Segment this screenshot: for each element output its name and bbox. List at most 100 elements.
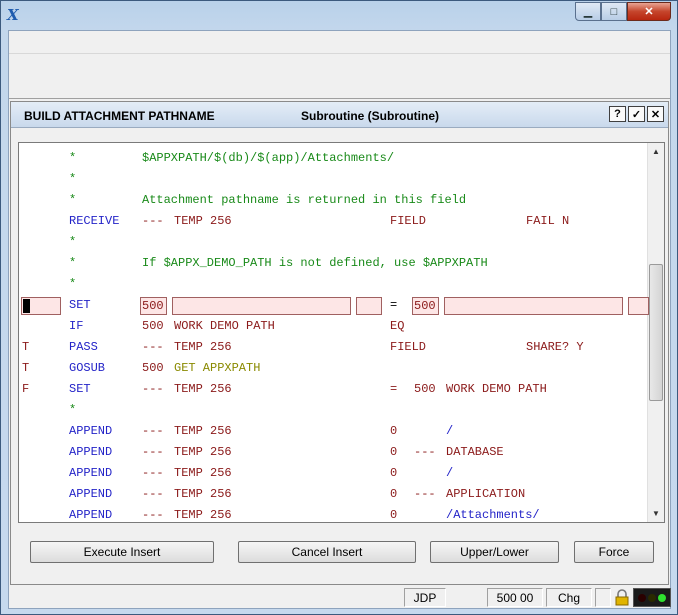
line-field: TEMP 256: [174, 508, 232, 522]
lock-icon: [615, 589, 629, 606]
toolbar: [9, 54, 670, 99]
menu-bar: [9, 31, 670, 54]
code-line[interactable]: * If $APPX_DEMO_PATH is not defined, use …: [19, 253, 649, 274]
help-button[interactable]: ?: [609, 106, 626, 122]
line-operator: 0: [390, 466, 398, 480]
code-editor[interactable]: ▲ ▼ * $APPXPATH/$(db)/$(app)/Attachments/…: [18, 142, 665, 523]
code-line[interactable]: *: [19, 274, 649, 295]
code-line[interactable]: APPEND --- TEMP 256 0 --- APPLICATION: [19, 484, 649, 505]
line-operator: =: [390, 382, 398, 396]
red-light: [638, 593, 646, 602]
line-field: GET APPXPATH: [174, 361, 261, 375]
line-operator: FIELD: [390, 340, 427, 354]
line-mark: T: [22, 361, 30, 375]
traffic-light-icon: [633, 588, 671, 607]
code-line[interactable]: SET 500 500 =: [19, 295, 649, 316]
line-operator: 0: [390, 487, 398, 501]
code-line[interactable]: APPEND --- TEMP 256 0 /: [19, 463, 649, 484]
code-line[interactable]: T PASS --- TEMP 256 FIELD SHARE? Y: [19, 337, 649, 358]
line-extra: SHARE? Y: [526, 340, 584, 354]
code-line[interactable]: F SET --- TEMP 256 = 500 WORK DEMO PATH: [19, 379, 649, 400]
line-mark: T: [22, 340, 30, 354]
title-bar[interactable]: X ▁ □ ✕: [1, 1, 677, 29]
code-line[interactable]: *: [19, 400, 649, 421]
line-field: TEMP 256: [174, 382, 232, 396]
edit-target-field[interactable]: [444, 297, 623, 315]
edit-occurrence-field[interactable]: [356, 297, 382, 315]
line-command: *: [69, 151, 77, 165]
line-app: ---: [142, 424, 164, 438]
line-command: SET: [69, 382, 91, 396]
edit-app-field[interactable]: 500: [140, 297, 167, 315]
line-app: ---: [142, 382, 164, 396]
status-value: 500 00: [487, 588, 543, 607]
scroll-thumb[interactable]: [649, 264, 663, 401]
line-target-app: ---: [414, 487, 436, 501]
line-command: *: [69, 256, 77, 270]
line-app: ---: [142, 487, 164, 501]
status-user: JDP: [404, 588, 446, 607]
code-line[interactable]: * Attachment pathname is returned in this…: [19, 190, 649, 211]
code-line[interactable]: APPEND --- TEMP 256 0/Attachments/: [19, 505, 649, 522]
dialog-title: BUILD ATTACHMENT PATHNAME: [24, 109, 215, 123]
vertical-scrollbar[interactable]: ▲ ▼: [647, 143, 664, 522]
upper-lower-button[interactable]: Upper/Lower: [430, 541, 559, 563]
ok-checkmark-button[interactable]: ✓: [628, 106, 645, 122]
line-command: SET: [69, 298, 91, 312]
line-app: ---: [142, 214, 164, 228]
line-target: APPLICATION: [446, 487, 526, 501]
line-field: TEMP 256: [174, 424, 232, 438]
status-blank: [595, 588, 611, 607]
line-comment: If $APPX_DEMO_PATH is not defined, use $…: [142, 256, 488, 270]
execute-insert-button[interactable]: Execute Insert: [30, 541, 214, 563]
line-comment: Attachment pathname is returned in this …: [142, 193, 467, 207]
edit-field-name[interactable]: [172, 297, 351, 315]
line-target: /: [446, 424, 454, 438]
minimize-button[interactable]: ▁: [575, 2, 601, 21]
line-app: ---: [142, 508, 164, 522]
force-button[interactable]: Force: [574, 541, 654, 563]
code-line[interactable]: APPEND --- TEMP 256 0 --- DATABASE: [19, 442, 649, 463]
line-command: APPEND: [69, 487, 113, 501]
line-command: *: [69, 193, 77, 207]
line-field: TEMP 256: [174, 487, 232, 501]
line-operator: FIELD: [390, 214, 427, 228]
scroll-down-icon[interactable]: ▼: [648, 505, 664, 522]
line-field: TEMP 256: [174, 466, 232, 480]
line-command: PASS: [69, 340, 98, 354]
edit-mark-field[interactable]: [21, 297, 61, 315]
line-operator: =: [390, 298, 398, 312]
code-line[interactable]: RECEIVE --- TEMP 256 FIELD FAIL N: [19, 211, 649, 232]
code-line[interactable]: *: [19, 232, 649, 253]
code-line[interactable]: *: [19, 169, 649, 190]
line-operator: 0: [390, 424, 398, 438]
edit-target-app-field[interactable]: 500: [412, 297, 439, 315]
line-command: *: [69, 172, 77, 186]
line-command: APPEND: [69, 508, 113, 522]
cancel-insert-button[interactable]: Cancel Insert: [238, 541, 416, 563]
app-x-icon: X: [7, 6, 19, 24]
line-target: /: [446, 466, 454, 480]
code-line[interactable]: T GOSUB 500 GET APPXPATH: [19, 358, 649, 379]
close-icon: ✕: [644, 6, 654, 18]
close-window-button[interactable]: ✕: [627, 2, 671, 21]
green-light: [658, 593, 666, 602]
dialog-subtitle: Subroutine (Subroutine): [301, 109, 439, 123]
line-field: TEMP 256: [174, 340, 232, 354]
close-dialog-button[interactable]: ✕: [647, 106, 664, 122]
maximize-button[interactable]: □: [601, 2, 627, 21]
client-area: BUILD ATTACHMENT PATHNAME Subroutine (Su…: [8, 30, 671, 609]
line-target: /Attachments/: [446, 508, 540, 522]
line-command: *: [69, 277, 77, 291]
line-target-app: ---: [414, 445, 436, 459]
line-extra: FAIL N: [526, 214, 570, 228]
line-app: ---: [142, 445, 164, 459]
subroutine-dialog: BUILD ATTACHMENT PATHNAME Subroutine (Su…: [10, 101, 669, 585]
line-command: APPEND: [69, 424, 113, 438]
code-line[interactable]: IF 500 WORK DEMO PATH EQ: [19, 316, 649, 337]
line-command: *: [69, 403, 77, 417]
code-line[interactable]: APPEND --- TEMP 256 0 /: [19, 421, 649, 442]
scroll-up-icon[interactable]: ▲: [648, 143, 664, 160]
edit-target-occurrence-field[interactable]: [628, 297, 649, 315]
code-line[interactable]: * $APPXPATH/$(db)/$(app)/Attachments/: [19, 148, 649, 169]
